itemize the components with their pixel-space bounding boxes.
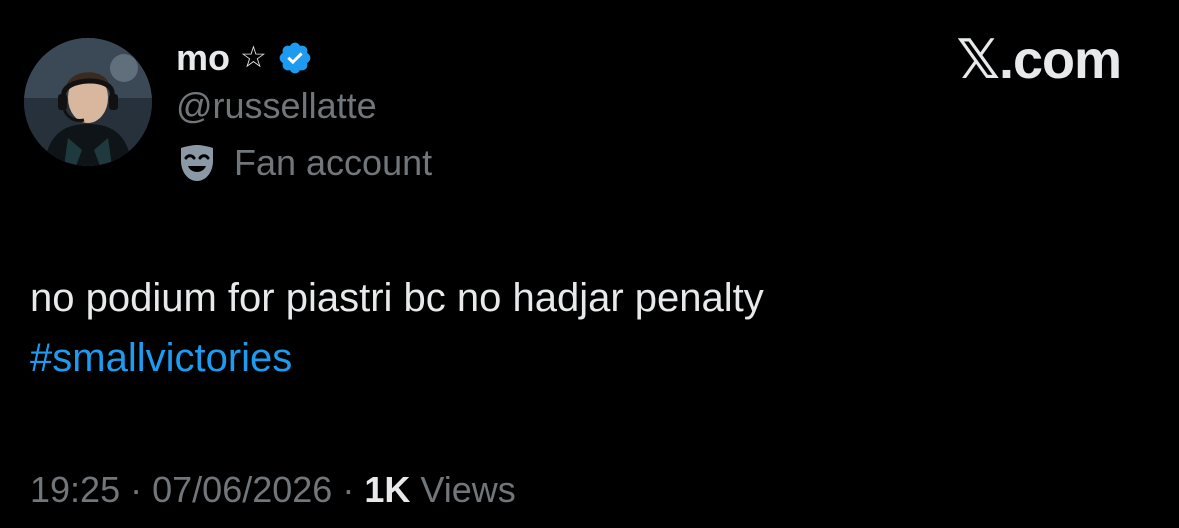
tweet-time[interactable]: 19:25: [30, 469, 120, 510]
author-display-name[interactable]: mo: [176, 36, 230, 80]
tweet-text: no podium for piastri bc no hadjar penal…: [30, 276, 764, 320]
views-count[interactable]: 1K: [364, 469, 410, 510]
theater-mask-icon: [176, 142, 218, 184]
verified-badge-icon: [277, 40, 313, 76]
hashtag-link[interactable]: #smallvictories: [30, 328, 292, 388]
views-label: Views: [420, 469, 516, 510]
tweet-date[interactable]: 07/06/2026: [152, 469, 332, 510]
author-handle[interactable]: @russellatte: [176, 84, 377, 128]
avatar-image: [24, 38, 152, 166]
x-com-logo: 𝕏.com: [956, 30, 1122, 90]
account-label-text: Fan account: [234, 142, 433, 183]
author-name-row: mo ☆: [176, 36, 313, 80]
meta-separator: ·: [342, 469, 355, 510]
meta-separator: ·: [130, 469, 143, 510]
tweet-meta: 19:25 · 07/06/2026 · 1K Views: [30, 466, 516, 514]
account-label-row: Fan account: [176, 140, 432, 186]
avatar[interactable]: [24, 38, 152, 166]
star-emoji-icon: ☆: [240, 40, 267, 75]
